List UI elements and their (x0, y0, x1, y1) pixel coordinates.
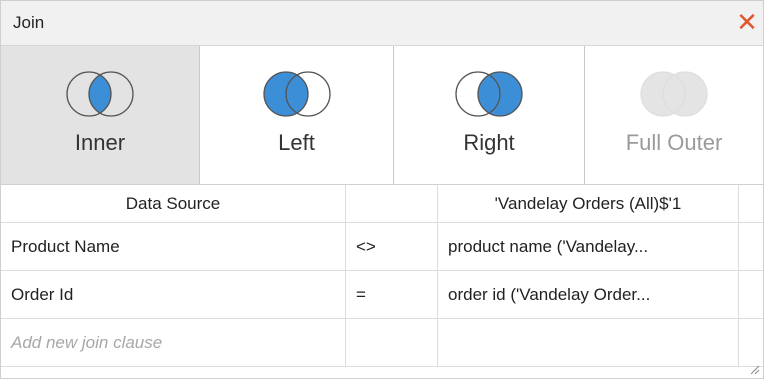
join-type-left[interactable]: Left (200, 46, 394, 184)
join-clause-row[interactable]: Order Id = order id ('Vandelay Order... (1, 271, 763, 319)
add-join-clause[interactable]: Add new join clause (1, 319, 346, 366)
join-clause-row[interactable]: Product Name <> product name ('Vandelay.… (1, 223, 763, 271)
join-type-full-outer[interactable]: Full Outer (585, 46, 763, 184)
title-bar: Join ✕ (1, 1, 763, 46)
join-operator[interactable]: <> (346, 223, 438, 270)
close-button[interactable]: ✕ (733, 6, 761, 37)
join-clause-grid: Data Source 'Vandelay Orders (All)$'1 Pr… (1, 185, 763, 367)
right-join-icon (455, 71, 523, 117)
full-outer-join-icon (640, 71, 708, 117)
join-type-right[interactable]: Right (394, 46, 585, 184)
left-field[interactable]: Product Name (1, 223, 346, 270)
add-clause-row[interactable]: Add new join clause (1, 319, 763, 367)
grid-header-row: Data Source 'Vandelay Orders (All)$'1 (1, 185, 763, 223)
inner-join-icon (66, 71, 134, 117)
left-join-icon (262, 71, 331, 117)
right-field[interactable]: product name ('Vandelay... (438, 223, 739, 270)
left-field[interactable]: Order Id (1, 271, 346, 318)
right-source-header: 'Vandelay Orders (All)$'1 (438, 185, 739, 222)
join-type-label: Inner (74, 130, 126, 155)
join-type-selector: Inner Left Right Full Outer (1, 46, 763, 185)
resize-grip-icon[interactable] (748, 363, 760, 375)
join-type-label: Left (278, 130, 315, 155)
close-icon: ✕ (736, 6, 758, 37)
operator-header (346, 185, 438, 222)
join-type-label: Right (463, 130, 515, 155)
join-dialog: Join ✕ Inner Left Right Full Outer Data … (0, 0, 764, 379)
join-type-label: Full Outer (625, 130, 723, 155)
right-field[interactable]: order id ('Vandelay Order... (438, 271, 739, 318)
join-type-inner[interactable]: Inner (1, 46, 200, 184)
join-operator[interactable]: = (346, 271, 438, 318)
left-source-header: Data Source (1, 185, 346, 222)
dialog-title: Join (13, 13, 45, 32)
